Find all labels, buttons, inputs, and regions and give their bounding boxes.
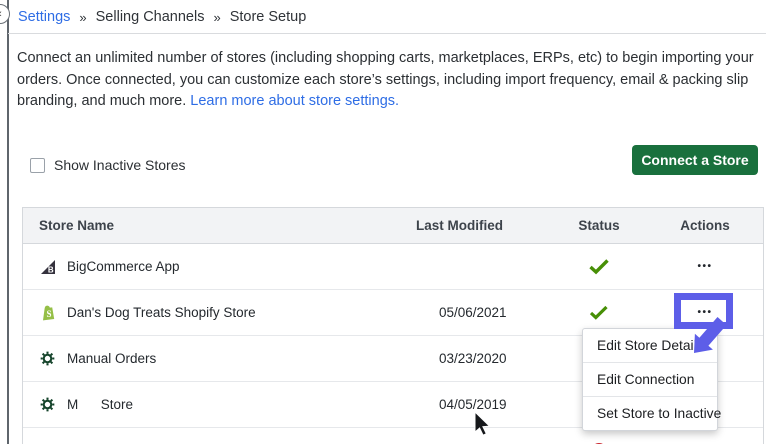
panel-left-border (7, 0, 9, 444)
breadcrumb-settings[interactable]: Settings (18, 9, 70, 25)
gear-icon (39, 350, 56, 367)
row-actions-button[interactable]: ••• (697, 307, 712, 318)
intro-paragraph: Connect an unlimited number of stores (i… (17, 48, 757, 113)
gear-icon (39, 396, 56, 413)
header-status: Status (578, 218, 620, 233)
shopify-icon: S (39, 304, 56, 321)
header-store-name: Store Name (39, 218, 115, 233)
status-connected-icon (589, 305, 608, 320)
breadcrumb-separator: » (213, 9, 221, 25)
last-modified-cell: 04/05/2019 (439, 397, 507, 412)
menu-item-edit-connection[interactable]: Edit Connection (583, 362, 717, 396)
status-cell (551, 305, 647, 320)
svg-text:S: S (46, 309, 51, 319)
row-actions-button[interactable]: ••• (697, 261, 712, 272)
learn-more-link[interactable]: Learn more about store settings. (190, 93, 399, 109)
show-inactive-control: Show Inactive Stores (30, 157, 186, 173)
row-actions-context-menu: Edit Store Details Edit Connection Set S… (582, 328, 721, 431)
bigcommerce-icon: B (39, 258, 56, 275)
store-setup-page: ‹ Settings » Selling Channels » Store Se… (0, 0, 766, 444)
table-row: B BigCommerce App ••• (23, 244, 763, 290)
header-last-modified: Last Modified (416, 218, 503, 233)
breadcrumb-separator: » (79, 9, 87, 25)
status-connected-icon (589, 259, 609, 275)
connect-store-button[interactable]: Connect a Store (632, 145, 758, 175)
breadcrumb-selling-channels[interactable]: Selling Channels (96, 9, 205, 25)
chevron-left-icon: ‹ (0, 8, 2, 20)
menu-item-set-store-inactive[interactable]: Set Store to Inactive (583, 396, 721, 430)
store-name: Dan's Dog Treats Shopify Store (67, 305, 256, 320)
header-actions: Actions (680, 218, 730, 233)
svg-text:B: B (47, 265, 53, 274)
last-modified-cell: 05/06/2021 (439, 305, 507, 320)
show-inactive-checkbox[interactable] (30, 157, 45, 173)
breadcrumb: Settings » Selling Channels » Store Setu… (18, 9, 306, 25)
breadcrumb-store-setup: Store Setup (229, 9, 307, 25)
show-inactive-label: Show Inactive Stores (54, 157, 186, 173)
menu-item-edit-store-details[interactable]: Edit Store Details (583, 329, 717, 362)
table-header-row: Store Name Last Modified Status Actions (23, 208, 763, 244)
store-name: M Store (67, 397, 134, 412)
last-modified-cell: 03/23/2020 (439, 351, 507, 366)
header-divider (8, 33, 766, 34)
store-name: BigCommerce App (67, 259, 180, 274)
store-name: Manual Orders (67, 351, 157, 366)
status-cell (551, 258, 647, 275)
